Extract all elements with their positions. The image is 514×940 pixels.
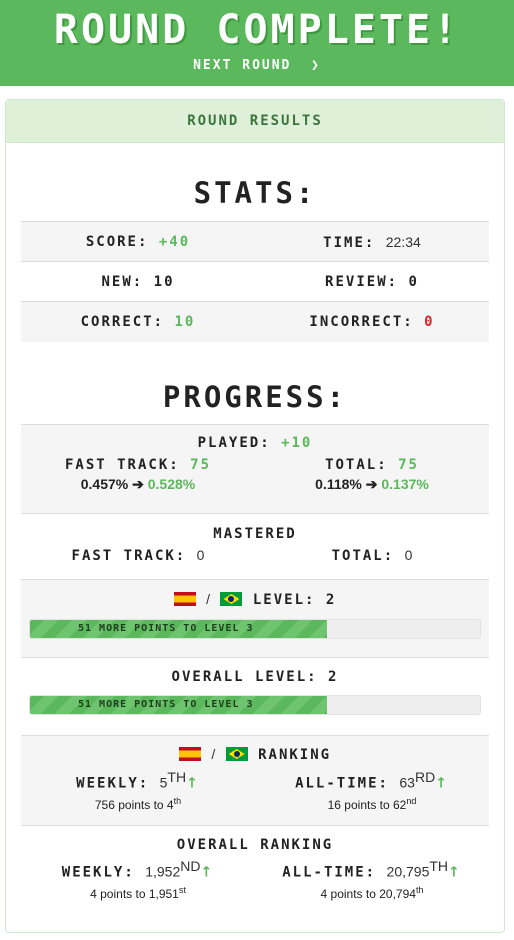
card-header: ROUND RESULTS [6,100,504,143]
progress-title: PROGRESS: [162,380,348,414]
mastered-total: TOTAL: 0 [255,547,489,564]
next-round-button[interactable]: NEXT ROUND ❯ [193,58,321,73]
level-label: LEVEL: [252,592,316,608]
level-progress-bar: 51 MORE POINTS TO LEVEL 3 [29,619,481,639]
top-banner: ROUND COMPLETE! NEXT ROUND ❯ [0,0,514,86]
alltime-ranking: ALL-TIME: 63rd↑ 16 points to 62nd [255,769,489,812]
overall-weekly-note: 4 points to 1,951st [90,884,186,901]
new-value: 10 [153,274,175,290]
overall-level-line: OVERALL LEVEL: 2 [21,669,489,685]
review-label: REVIEW: [325,274,399,290]
overall-alltime-value: 20,795 [386,863,430,880]
total-progress: TOTAL: 75 0.118% ➔ 0.137% [255,457,489,493]
stats-row-score-time: SCORE: +40 TIME: 22:34 [21,221,489,262]
brazil-flag-icon [220,592,243,606]
time-stat: TIME: 22:34 [255,234,489,251]
ranking-block: / RANKING WEEKLY: 5th↑ 756 points to 4th… [21,735,489,826]
incorrect-value: 0 [424,314,435,330]
time-value: 22:34 [385,233,421,250]
weekly-note: 756 points to 4th [94,795,182,812]
up-arrow-icon: ↑ [200,864,215,881]
overall-level-progress-bar: 51 MORE POINTS TO LEVEL 3 [29,695,481,715]
next-round-label: NEXT ROUND [193,58,292,73]
mastered-total-label: TOTAL: [331,548,395,564]
overall-alltime-note: 4 points to 20,794th [320,884,424,901]
new-stat: NEW: 10 [21,274,255,290]
overall-level-progress-text: 51 MORE POINTS TO LEVEL 3 [78,699,254,710]
stats-row-new-review: NEW: 10 REVIEW: 0 [21,261,489,302]
score-stat: SCORE: +40 [21,234,255,250]
ranking-line: / RANKING [21,746,489,763]
overall-level-value: 2 [328,669,339,685]
overall-alltime-ranking: ALL-TIME: 20,795th↑ 4 points to 20,794th [255,858,489,901]
overall-ranking-block: OVERALL RANKING WEEKLY: 1,952nd↑ 4 point… [21,825,489,916]
review-stat: REVIEW: 0 [255,274,489,290]
overall-weekly-label: WEEKLY: [61,864,135,881]
fast-track-label: FAST TRACK: [64,457,180,473]
level-line: / LEVEL: 2 [21,591,489,608]
mastered-title: MASTERED [213,526,297,542]
spain-flag-icon [178,747,201,761]
overall-weekly-value: 1,952 [145,863,181,880]
overall-level-label: OVERALL LEVEL: [171,669,318,685]
alltime-label: ALL-TIME: [295,775,389,792]
overall-weekly-ranking: WEEKLY: 1,952nd↑ 4 points to 1,951st [21,858,255,901]
mastered-fast-label: FAST TRACK: [71,548,187,564]
played-block: PLAYED: +10 FAST TRACK: 75 0.457% ➔ 0.52… [21,424,489,514]
alltime-note: 16 points to 62nd [327,795,417,812]
right-arrow-icon: ➔ [132,476,144,492]
up-arrow-icon: ↑ [435,775,449,792]
total-label: TOTAL: [325,457,388,473]
round-results-card: ROUND RESULTS STATS: SCORE: +40 TIME: 22… [5,99,505,933]
played-value: +10 [281,435,313,451]
overall-alltime-label: ALL-TIME: [282,864,377,881]
played-label: PLAYED: [197,435,271,451]
incorrect-stat: INCORRECT: 0 [255,314,489,330]
correct-label: CORRECT: [80,314,165,330]
level-block: / LEVEL: 2 51 MORE POINTS TO LEVEL 3 [21,579,489,658]
overall-ranking-title: OVERALL RANKING [176,837,334,853]
brazil-flag-icon [225,747,248,761]
correct-value: 10 [174,314,196,330]
stats-row-correct-incorrect: CORRECT: 10 INCORRECT: 0 [21,301,489,342]
total-to: 0.137% [381,476,429,492]
chevron-right-icon: ❯ [301,58,321,73]
played-line: PLAYED: +10 [21,435,489,451]
mastered-fast-track: FAST TRACK: 0 [21,547,255,564]
incorrect-label: INCORRECT: [309,314,414,330]
up-arrow-icon: ↑ [448,864,462,881]
correct-stat: CORRECT: 10 [21,314,255,330]
mastered-total-value: 0 [404,547,413,563]
weekly-label: WEEKLY: [76,775,150,792]
fast-track-to: 0.528% [147,476,196,492]
mastered-block: MASTERED FAST TRACK: 0 TOTAL: 0 [21,513,489,580]
right-arrow-icon: ➔ [365,476,378,492]
fast-track-value: 75 [190,457,211,473]
score-value: +40 [158,234,191,250]
level-value: 2 [325,592,337,608]
stats-title: STATS: [193,176,317,210]
alltime-value: 63 [399,774,415,791]
score-label: SCORE: [85,234,149,250]
new-label: NEW: [101,274,144,290]
spain-flag-icon [173,592,196,606]
page-title: ROUND COMPLETE! [53,7,461,53]
overall-level-block: OVERALL LEVEL: 2 51 MORE POINTS TO LEVEL… [21,657,489,736]
mastered-fast-value: 0 [196,547,205,563]
fast-track-progress: FAST TRACK: 75 0.457% ➔ 0.528% [21,457,255,493]
total-from: 0.118% [315,476,362,492]
level-progress-text: 51 MORE POINTS TO LEVEL 3 [78,623,254,634]
fast-track-from: 0.457% [80,476,129,492]
total-value: 75 [398,457,419,473]
weekly-ranking: WEEKLY: 5th↑ 756 points to 4th [21,769,255,812]
review-value: 0 [408,274,419,290]
time-label: TIME: [323,234,376,251]
ranking-title: RANKING [258,747,332,763]
up-arrow-icon: ↑ [186,775,200,792]
